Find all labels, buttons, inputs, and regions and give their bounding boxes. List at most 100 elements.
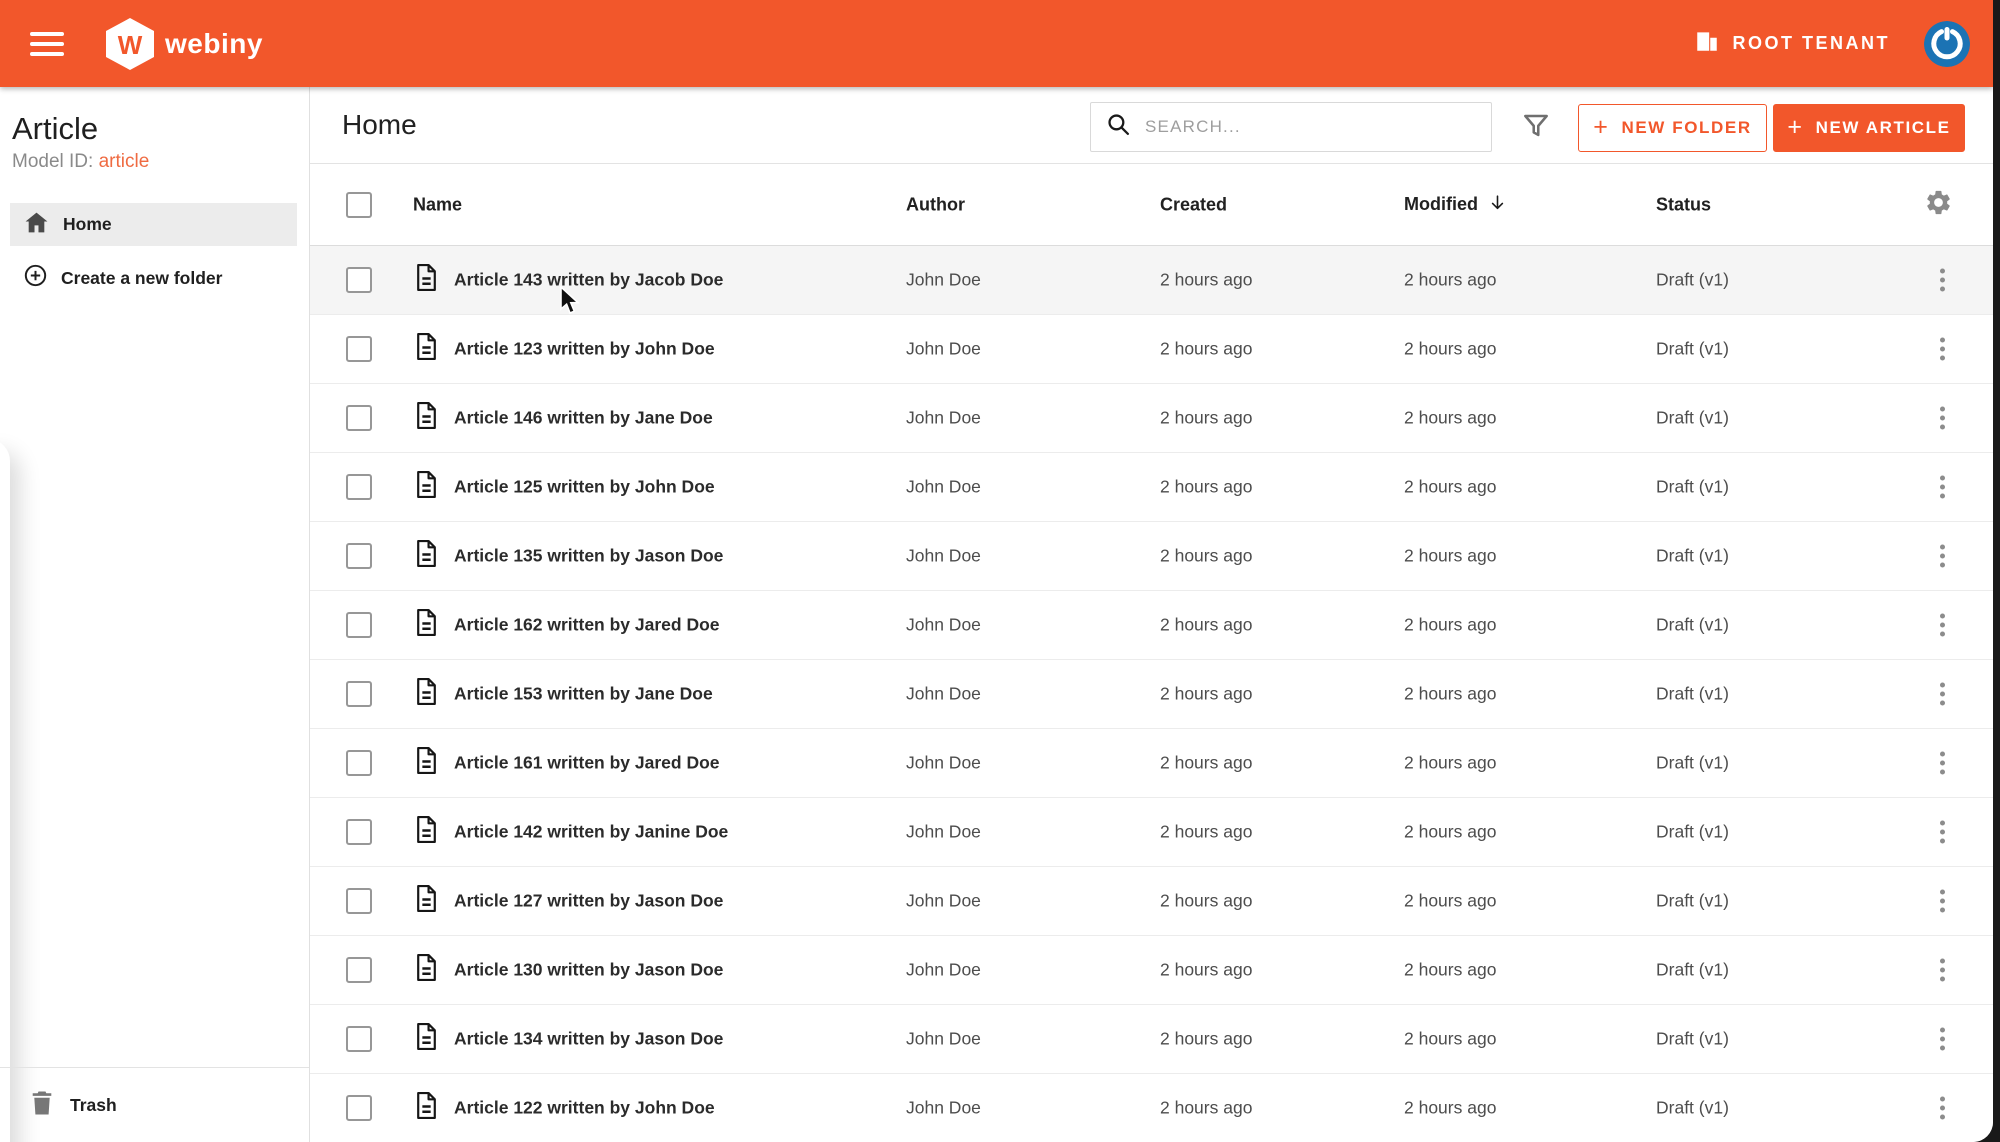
row-menu-button[interactable] <box>1934 1022 1951 1057</box>
create-folder-button[interactable]: Create a new folder <box>23 260 297 296</box>
article-name-link[interactable]: Article 142 written by Janine Doe <box>454 822 728 843</box>
article-name-link[interactable]: Article 161 written by Jared Doe <box>454 753 720 774</box>
row-checkbox[interactable] <box>346 474 372 500</box>
status-cell: Draft (v1) <box>1656 821 1729 842</box>
modified-cell: 2 hours ago <box>1404 476 1497 497</box>
status-cell: Draft (v1) <box>1656 1028 1729 1049</box>
model-id: Model ID: article <box>12 151 309 173</box>
document-icon <box>414 401 439 435</box>
row-menu-button[interactable] <box>1934 263 1951 298</box>
model-title: Article <box>12 111 99 146</box>
table-row[interactable]: Article 127 written by Jason Doe John Do… <box>310 867 1993 936</box>
author-cell: John Doe <box>906 407 981 428</box>
row-menu-button[interactable] <box>1934 1091 1951 1126</box>
select-all-checkbox[interactable] <box>346 191 372 218</box>
brand-wordmark: webiny <box>165 27 263 59</box>
modified-cell: 2 hours ago <box>1404 683 1497 704</box>
row-checkbox[interactable] <box>346 267 372 293</box>
author-cell: John Doe <box>906 269 981 290</box>
article-name-link[interactable]: Article 130 written by Jason Doe <box>454 960 723 981</box>
row-checkbox[interactable] <box>346 405 372 431</box>
modified-cell: 2 hours ago <box>1404 959 1497 980</box>
document-icon <box>414 1091 439 1125</box>
column-header-name[interactable]: Name <box>413 194 462 215</box>
row-menu-button[interactable] <box>1934 470 1951 505</box>
created-cell: 2 hours ago <box>1160 545 1253 566</box>
row-menu-button[interactable] <box>1934 815 1951 850</box>
modified-cell: 2 hours ago <box>1404 1097 1497 1118</box>
article-name-link[interactable]: Article 162 written by Jared Doe <box>454 615 720 636</box>
row-menu-button[interactable] <box>1934 401 1951 436</box>
gravatar-avatar[interactable] <box>1924 20 1970 67</box>
sidebar-item-home[interactable]: Home <box>10 203 297 246</box>
row-checkbox[interactable] <box>346 750 372 776</box>
status-cell: Draft (v1) <box>1656 959 1729 980</box>
author-cell: John Doe <box>906 614 981 635</box>
table-row[interactable]: Article 130 written by Jason Doe John Do… <box>310 936 1993 1005</box>
modified-cell: 2 hours ago <box>1404 407 1497 428</box>
row-menu-button[interactable] <box>1934 332 1951 367</box>
article-name-link[interactable]: Article 134 written by Jason Doe <box>454 1029 723 1050</box>
table-row[interactable]: Article 143 written by Jacob Doe John Do… <box>310 246 1993 315</box>
new-article-button[interactable]: + NEW ARTICLE <box>1773 104 1965 152</box>
row-checkbox[interactable] <box>346 1026 372 1052</box>
author-cell: John Doe <box>906 1097 981 1118</box>
new-folder-button[interactable]: + NEW FOLDER <box>1578 104 1767 152</box>
new-article-label: NEW ARTICLE <box>1815 118 1951 137</box>
row-checkbox[interactable] <box>346 612 372 638</box>
column-header-created[interactable]: Created <box>1160 194 1227 215</box>
article-name-link[interactable]: Article 127 written by Jason Doe <box>454 891 723 912</box>
menu-icon[interactable] <box>30 31 64 56</box>
article-name-link[interactable]: Article 146 written by Jane Doe <box>454 408 713 429</box>
row-menu-button[interactable] <box>1934 677 1951 712</box>
search-box <box>1090 102 1492 152</box>
search-input[interactable] <box>1145 117 1491 137</box>
table-row[interactable]: Article 161 written by Jared Doe John Do… <box>310 729 1993 798</box>
row-menu-button[interactable] <box>1934 746 1951 781</box>
table-row[interactable]: Article 146 written by Jane Doe John Doe… <box>310 384 1993 453</box>
app-window: W webiny ROOT TENANT Article Model ID: a… <box>0 0 1993 1142</box>
column-header-modified[interactable]: Modified <box>1404 193 1507 217</box>
row-menu-button[interactable] <box>1934 608 1951 643</box>
row-checkbox[interactable] <box>346 819 372 845</box>
row-checkbox[interactable] <box>346 888 372 914</box>
created-cell: 2 hours ago <box>1160 614 1253 635</box>
gear-icon[interactable] <box>1924 188 1953 222</box>
row-checkbox[interactable] <box>346 681 372 707</box>
table-row[interactable]: Article 125 written by John Doe John Doe… <box>310 453 1993 522</box>
new-folder-label: NEW FOLDER <box>1621 118 1752 137</box>
row-menu-button[interactable] <box>1934 953 1951 988</box>
column-header-status[interactable]: Status <box>1656 194 1711 215</box>
table-row[interactable]: Article 134 written by Jason Doe John Do… <box>310 1005 1993 1074</box>
article-name-link[interactable]: Article 143 written by Jacob Doe <box>454 270 723 291</box>
trash-button[interactable]: Trash <box>0 1067 309 1142</box>
tenant-selector[interactable]: ROOT TENANT <box>1694 28 1891 59</box>
row-checkbox[interactable] <box>346 336 372 362</box>
table-row[interactable]: Article 162 written by Jared Doe John Do… <box>310 591 1993 660</box>
table-row[interactable]: Article 142 written by Janine Doe John D… <box>310 798 1993 867</box>
document-icon <box>414 1022 439 1056</box>
document-icon <box>414 953 439 987</box>
row-checkbox[interactable] <box>346 957 372 983</box>
table-row[interactable]: Article 135 written by Jason Doe John Do… <box>310 522 1993 591</box>
table-row[interactable]: Article 123 written by John Doe John Doe… <box>310 315 1993 384</box>
row-checkbox[interactable] <box>346 543 372 569</box>
row-menu-button[interactable] <box>1934 539 1951 574</box>
column-header-author[interactable]: Author <box>906 194 965 215</box>
modified-cell: 2 hours ago <box>1404 338 1497 359</box>
filter-funnel-icon[interactable] <box>1520 110 1554 144</box>
status-cell: Draft (v1) <box>1656 683 1729 704</box>
row-checkbox[interactable] <box>346 1095 372 1121</box>
article-name-link[interactable]: Article 153 written by Jane Doe <box>454 684 713 705</box>
create-folder-label: Create a new folder <box>61 267 223 288</box>
article-name-link[interactable]: Article 125 written by John Doe <box>454 477 715 498</box>
author-cell: John Doe <box>906 959 981 980</box>
document-icon <box>414 539 439 573</box>
row-menu-button[interactable] <box>1934 884 1951 919</box>
article-name-link[interactable]: Article 122 written by John Doe <box>454 1098 715 1119</box>
table-row[interactable]: Article 122 written by John Doe John Doe… <box>310 1074 1993 1142</box>
table-header: Name Author Created Modified Status <box>310 164 1993 246</box>
article-name-link[interactable]: Article 135 written by Jason Doe <box>454 546 723 567</box>
article-name-link[interactable]: Article 123 written by John Doe <box>454 339 715 360</box>
table-row[interactable]: Article 153 written by Jane Doe John Doe… <box>310 660 1993 729</box>
